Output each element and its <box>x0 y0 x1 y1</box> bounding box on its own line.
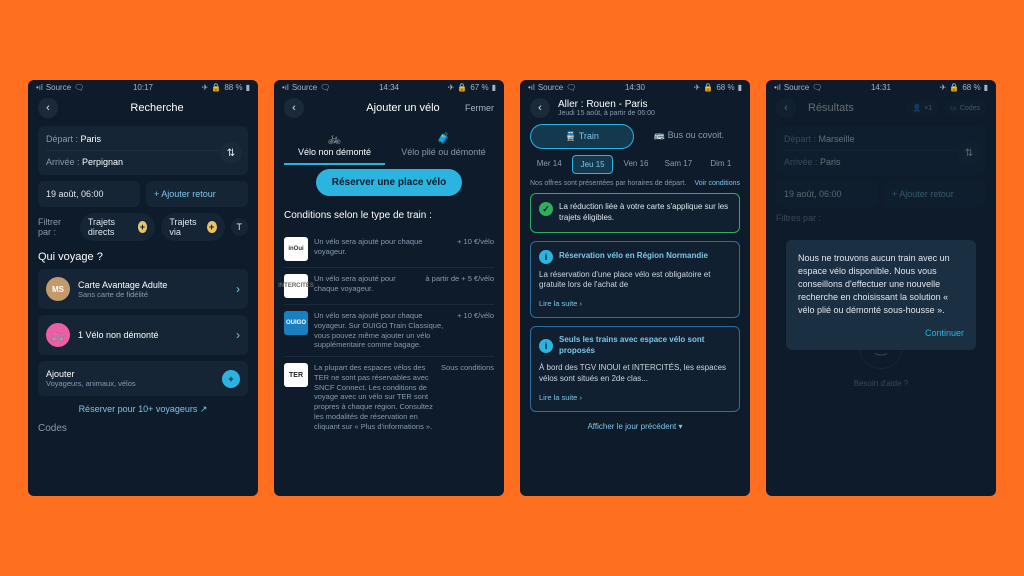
train-type-row: OUIGO Un vélo sera ajouté pour chaque vo… <box>284 304 494 356</box>
train-type-row: inOui Un vélo sera ajouté pour chaque vo… <box>284 231 494 267</box>
modal-message: Nous ne trouvons aucun train avec un esp… <box>798 252 964 317</box>
train-condition-text: Un vélo sera ajouté pour chaque voyageur… <box>314 237 451 257</box>
bike-card[interactable]: 🚲 1 Vélo non démonté › <box>38 315 248 355</box>
traveler-card[interactable]: MS Carte Avantage Adulte Sans carte de f… <box>38 269 248 309</box>
train-condition-text: La plupart des espaces vélos des TER ne … <box>314 363 435 431</box>
screen-recherche: •ılSource🗨 10:17 ✈︎🔒88 %▮ ‹ Recherche Dé… <box>28 80 258 496</box>
offers-note: Nos offres sont présentées par horaires … <box>530 180 686 187</box>
arrival-field[interactable]: Perpignan <box>82 157 123 167</box>
journey-title: Aller : Rouen - Paris <box>558 99 740 110</box>
date-chip[interactable]: Dim 1 <box>702 155 740 174</box>
filter-direct-pill[interactable]: Trajets directs+ <box>80 213 156 241</box>
status-time: 10:17 <box>133 83 153 92</box>
back-button[interactable]: ‹ <box>284 98 304 118</box>
date-chip[interactable]: Ven 16 <box>617 155 655 174</box>
date-chip[interactable]: Mer 14 <box>530 155 568 174</box>
status-time: 14:30 <box>625 83 645 92</box>
back-button[interactable]: ‹ <box>530 98 550 118</box>
train-price: + 10 €/vélo <box>457 237 494 246</box>
train-price: à partir de + 5 €/vélo <box>425 274 494 283</box>
departure-field[interactable]: Paris <box>81 134 102 144</box>
codes-section: Codes <box>38 423 248 434</box>
journey-subtitle: Jeudi 15 août, à partir de 06:00 <box>558 110 740 117</box>
screen-results-info: •ılSource🗨 14:30 ✈︎🔒68 %▮ ‹ Aller : Roue… <box>520 80 750 496</box>
info-icon: i <box>539 250 553 264</box>
chevron-right-icon: › <box>236 282 240 296</box>
no-bike-space-modal: Nous ne trouvons aucun train avec un esp… <box>786 240 976 350</box>
train-brand-tile: TER <box>284 363 308 387</box>
tab-velo-non-demonte[interactable]: 🚲 Vélo non démonté <box>284 126 385 165</box>
status-bar: •ılSource🗨 14:34 ✈︎🔒67 %▮ <box>274 80 504 94</box>
tab-velo-plie[interactable]: 🧳 Vélo plié ou démonté <box>393 126 494 165</box>
check-icon: ✓ <box>539 202 553 216</box>
page-title: Recherche <box>66 102 248 114</box>
origin-destination-card: Départ : Paris Arrivée : Perpignan ⇅ <box>38 126 248 175</box>
swap-button[interactable]: ⇅ <box>220 142 242 164</box>
previous-day-link[interactable]: Afficher le jour précédent ▾ <box>520 416 750 437</box>
reserve-bike-button[interactable]: Réserver une place vélo <box>316 169 463 196</box>
read-more-link[interactable]: Lire la suite › <box>539 299 731 309</box>
bike-icon: 🚲 <box>328 132 342 145</box>
add-return-button[interactable]: + Ajouter retour <box>146 181 248 207</box>
suitcase-icon: 🧳 <box>437 132 451 145</box>
modal-overlay: Nous ne trouvons aucun train avec un esp… <box>766 80 996 496</box>
date-chip[interactable]: Jeu 15 <box>572 155 612 174</box>
status-bar: •ılSource🗨 14:30 ✈︎🔒68 %▮ <box>520 80 750 94</box>
read-more-link[interactable]: Lire la suite › <box>539 393 731 403</box>
filter-label: Filtrer par : <box>38 217 74 237</box>
mode-tab-train[interactable]: 🚆 Train <box>530 124 634 149</box>
train-price: Sous conditions <box>441 363 494 372</box>
bike-reservation-notice[interactable]: i Réservation vélo en Région Normandie L… <box>530 241 740 319</box>
discount-notice: ✓ La réduction liée à votre carte s'appl… <box>530 193 740 233</box>
filter-more-pill[interactable]: T <box>231 218 249 236</box>
back-button[interactable]: ‹ <box>38 98 58 118</box>
chevron-right-icon: › <box>236 328 240 342</box>
train-condition-text: Un vélo sera ajouté pour chaque voyageur… <box>314 311 451 350</box>
train-type-row: TER La plupart des espaces vélos des TER… <box>284 356 494 437</box>
screen-ajouter-velo: •ılSource🗨 14:34 ✈︎🔒67 %▮ ‹ Ajouter un v… <box>274 80 504 496</box>
mode-tab-bus[interactable]: 🚌 Bus ou covoit. <box>638 124 740 149</box>
date-chip[interactable]: Sam 17 <box>659 155 697 174</box>
who-travels-title: Qui voyage ? <box>38 251 248 263</box>
group-booking-link[interactable]: Réserver pour 10+ voyageurs ↗ <box>38 402 248 417</box>
status-bar: •ılSource🗨 10:17 ✈︎🔒88 %▮ <box>28 80 258 94</box>
avatar: MS <box>46 277 70 301</box>
train-type-row: INTERCITÉS Un vélo sera ajouté pour chaq… <box>284 267 494 304</box>
screen-results-modal: •ılSource🗨 14:31 ✈︎🔒68 %▮ ‹ Résultats 👤 … <box>766 80 996 496</box>
train-price: + 10 €/vélo <box>457 311 494 320</box>
date-field[interactable]: 19 août, 06:00 <box>38 181 140 207</box>
bike-space-notice[interactable]: i Seuls les trains avec espace vélo sont… <box>530 326 740 411</box>
conditions-title: Conditions selon le type de train : <box>284 210 494 221</box>
bike-icon: 🚲 <box>46 323 70 347</box>
status-time: 14:34 <box>379 83 399 92</box>
train-brand-tile: INTERCITÉS <box>284 274 308 298</box>
close-button[interactable]: Fermer <box>465 103 494 113</box>
add-passenger-card[interactable]: Ajouter Voyageurs, animaux, vélos + <box>38 361 248 396</box>
filter-via-pill[interactable]: Trajets via+ <box>161 213 224 241</box>
train-condition-text: Un vélo sera ajouté pour chaque voyageur… <box>314 274 419 294</box>
train-brand-tile: OUIGO <box>284 311 308 335</box>
see-conditions-link[interactable]: Voir conditions <box>694 180 740 187</box>
info-icon: i <box>539 339 553 353</box>
continue-button[interactable]: Continuer <box>798 327 964 340</box>
train-brand-tile: inOui <box>284 237 308 261</box>
plus-icon: + <box>222 370 240 388</box>
